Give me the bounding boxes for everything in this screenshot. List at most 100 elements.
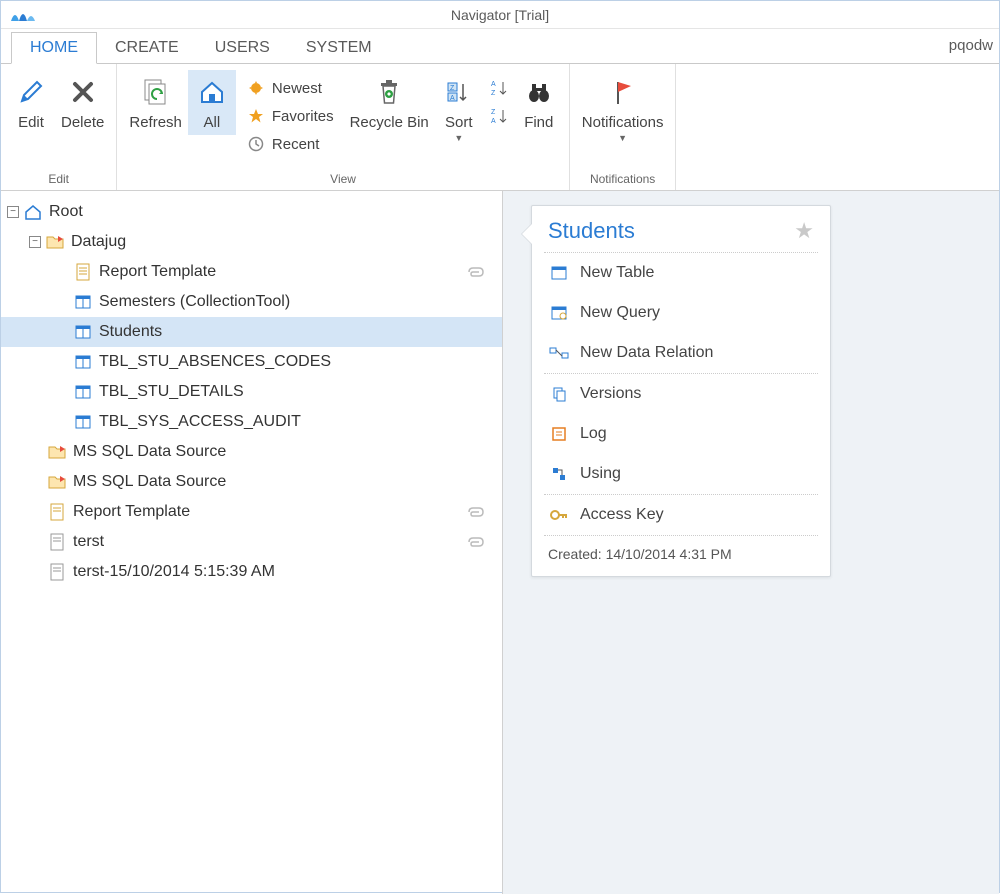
table-icon <box>73 352 93 372</box>
detail-card: Students ★ New Table New Query New Data … <box>531 205 831 577</box>
tree-row[interactable]: terst <box>1 527 502 557</box>
tree-label: Datajug <box>71 233 126 251</box>
table-icon <box>73 382 93 402</box>
relation-icon <box>548 343 570 363</box>
tree-label: TBL_STU_ABSENCES_CODES <box>99 353 331 371</box>
tree-row[interactable]: terst-15/10/2014 5:15:39 AM <box>1 557 502 587</box>
window-title: Navigator [Trial] <box>451 7 549 23</box>
tree-row-datajug[interactable]: − Datajug <box>1 227 502 257</box>
log-action[interactable]: Log <box>532 414 830 454</box>
tree-row[interactable]: TBL_STU_ABSENCES_CODES <box>1 347 502 377</box>
edit-button[interactable]: Edit <box>7 70 55 135</box>
tree-row[interactable]: Report Template <box>1 497 502 527</box>
recent-filter[interactable]: Recent <box>244 130 336 158</box>
notifications-button[interactable]: Notifications ▼ <box>576 70 670 147</box>
ribbon-group-label-edit: Edit <box>1 170 116 190</box>
newest-filter[interactable]: Newest <box>244 74 336 102</box>
tree-label: MS SQL Data Source <box>73 443 226 461</box>
svg-text:Z: Z <box>491 90 496 97</box>
pencil-icon <box>17 74 45 110</box>
find-button[interactable]: Find <box>515 70 563 135</box>
favorite-star-button[interactable]: ★ <box>794 218 814 244</box>
tree-label: Report Template <box>73 503 190 521</box>
sort-direction-group: AZ ZA <box>483 70 515 134</box>
tree-label: Report Template <box>99 263 216 281</box>
tab-create[interactable]: CREATE <box>97 33 197 63</box>
main-tabs: HOME CREATE USERS SYSTEM pqodw <box>1 29 999 63</box>
access-key-action[interactable]: Access Key <box>532 495 830 535</box>
ribbon-group-notifications: Notifications ▼ Notifications <box>570 64 677 190</box>
navigator-tree: − Root − Datajug Report Template Semeste… <box>1 191 503 894</box>
refresh-button[interactable]: Refresh <box>123 70 188 135</box>
collapse-icon[interactable]: − <box>7 206 19 218</box>
tab-home[interactable]: HOME <box>11 32 97 64</box>
delete-x-icon <box>69 74 97 110</box>
tree-label: Root <box>49 203 83 221</box>
new-relation-action[interactable]: New Data Relation <box>532 333 830 373</box>
query-icon <box>548 303 570 323</box>
content-area: − Root − Datajug Report Template Semeste… <box>1 191 999 894</box>
new-query-action[interactable]: New Query <box>532 293 830 333</box>
svg-text:A: A <box>450 95 455 102</box>
home-icon <box>23 202 43 222</box>
titlebar: Navigator [Trial] <box>1 1 999 29</box>
tree-row[interactable]: TBL_STU_DETAILS <box>1 377 502 407</box>
ribbon: Edit Delete Edit Refresh All Newest <box>1 63 999 191</box>
folder-icon <box>47 472 67 492</box>
detail-pane: Students ★ New Table New Query New Data … <box>503 191 999 894</box>
svg-text:Z: Z <box>491 109 496 116</box>
sort-icon: ZA <box>445 74 473 110</box>
binoculars-icon <box>525 74 553 110</box>
favorites-filter[interactable]: Favorites <box>244 102 336 130</box>
tree-label: Semesters (CollectionTool) <box>99 293 290 311</box>
sort-button[interactable]: ZA Sort ▼ <box>435 70 483 147</box>
star-icon <box>246 106 266 126</box>
tree-row[interactable]: TBL_SYS_ACCESS_AUDIT <box>1 407 502 437</box>
table-icon <box>548 263 570 283</box>
attachment-icon <box>466 535 484 549</box>
collapse-icon[interactable]: − <box>29 236 41 248</box>
folder-icon <box>45 232 65 252</box>
attachment-icon <box>466 505 484 519</box>
card-created-label: Created: 14/10/2014 4:31 PM <box>532 536 830 576</box>
flag-icon <box>609 74 637 110</box>
tree-row[interactable]: MS SQL Data Source <box>1 437 502 467</box>
report-icon <box>73 262 93 282</box>
tab-system[interactable]: SYSTEM <box>288 33 390 63</box>
refresh-icon <box>141 74 171 110</box>
home-icon <box>198 74 226 110</box>
report-icon <box>47 502 67 522</box>
sort-desc-button[interactable]: ZA <box>487 104 511 128</box>
tab-users[interactable]: USERS <box>197 33 288 63</box>
tree-row-root[interactable]: − Root <box>1 197 502 227</box>
filter-list: Newest Favorites Recent <box>236 70 344 162</box>
svg-text:A: A <box>491 81 496 88</box>
using-action[interactable]: Using <box>532 454 830 494</box>
tree-label: terst-15/10/2014 5:15:39 AM <box>73 563 275 581</box>
svg-text:Z: Z <box>450 85 455 92</box>
tree-row-students[interactable]: Students <box>1 317 502 347</box>
versions-icon <box>548 384 570 404</box>
versions-action[interactable]: Versions <box>532 374 830 414</box>
all-button[interactable]: All <box>188 70 236 135</box>
dropdown-arrow-icon: ▼ <box>454 133 463 143</box>
sort-asc-button[interactable]: AZ <box>487 76 511 100</box>
tree-label: terst <box>73 533 104 551</box>
ribbon-group-view: Refresh All Newest Favorites Recent <box>117 64 569 190</box>
ribbon-group-edit: Edit Delete Edit <box>1 64 117 190</box>
recycle-bin-button[interactable]: Recycle Bin <box>344 70 435 135</box>
tree-row[interactable]: MS SQL Data Source <box>1 467 502 497</box>
dropdown-arrow-icon: ▼ <box>618 133 627 143</box>
using-icon <box>548 464 570 484</box>
delete-button[interactable]: Delete <box>55 70 110 135</box>
tree-row[interactable]: Semesters (CollectionTool) <box>1 287 502 317</box>
key-icon <box>548 505 570 525</box>
folder-icon <box>47 442 67 462</box>
new-table-action[interactable]: New Table <box>532 253 830 293</box>
table-icon <box>73 292 93 312</box>
tree-row[interactable]: Report Template <box>1 257 502 287</box>
newest-icon <box>246 78 266 98</box>
table-icon <box>73 412 93 432</box>
tree-label: TBL_STU_DETAILS <box>99 383 244 401</box>
recycle-bin-icon <box>375 74 403 110</box>
